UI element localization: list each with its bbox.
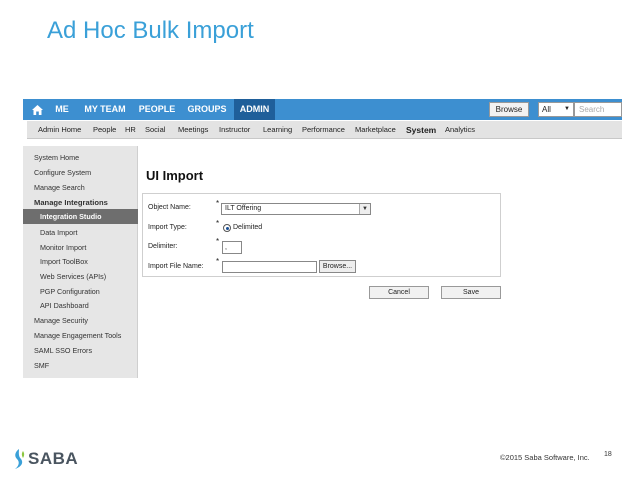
save-button[interactable]: Save <box>441 286 501 299</box>
object-name-label: Object Name: <box>148 204 191 211</box>
subnav-instructor[interactable]: Instructor <box>219 121 250 139</box>
top-navigation: ME MY TEAM PEOPLE GROUPS ADMIN Browse Al… <box>23 99 622 120</box>
home-icon <box>31 104 43 115</box>
logo-text: SABA <box>28 449 79 468</box>
file-browse-button[interactable]: Browse... <box>319 260 356 273</box>
topnav-groups[interactable]: GROUPS <box>184 99 230 120</box>
search-input[interactable]: Search <box>574 102 622 117</box>
topnav-admin[interactable]: ADMIN <box>234 99 275 120</box>
sidebar-item-system-home[interactable]: System Home <box>23 150 138 165</box>
import-file-input[interactable] <box>222 261 317 273</box>
cancel-button[interactable]: Cancel <box>369 286 429 299</box>
sidebar-item-import-toolbox[interactable]: Import ToolBox <box>23 254 138 269</box>
sidebar-item-web-services[interactable]: Web Services (APIs) <box>23 269 138 284</box>
sidebar-item-data-import[interactable]: Data Import <box>23 225 138 240</box>
topnav-me[interactable]: ME <box>49 99 75 120</box>
search-scope-select[interactable]: All ▼ <box>538 102 574 117</box>
import-file-label: Import File Name: <box>148 263 204 270</box>
search-scope-value: All <box>542 105 551 114</box>
copyright-text: ©2015 Saba Software, Inc. <box>500 453 590 462</box>
sidebar-item-manage-search[interactable]: Manage Search <box>23 180 138 195</box>
sidebar-item-smf[interactable]: SMF <box>23 358 138 373</box>
page-title: UI Import <box>146 168 204 183</box>
sidebar-item-pgp-configuration[interactable]: PGP Configuration <box>23 284 138 299</box>
caret-down-icon: ▼ <box>564 106 570 112</box>
sidebar-item-monitor-import[interactable]: Monitor Import <box>23 240 138 255</box>
import-type-radio-delimited[interactable] <box>223 224 231 232</box>
home-button[interactable] <box>27 99 47 120</box>
sidebar-item-api-dashboard[interactable]: API Dashboard <box>23 298 138 313</box>
subnav-social[interactable]: Social <box>145 121 165 139</box>
subnav-marketplace[interactable]: Marketplace <box>355 121 396 139</box>
browse-button[interactable]: Browse <box>489 102 529 117</box>
required-marker: * <box>216 257 220 266</box>
required-marker: * <box>216 199 220 208</box>
subnav-performance[interactable]: Performance <box>302 121 345 139</box>
import-type-label: Import Type: <box>148 224 187 231</box>
chevron-down-icon: ▼ <box>359 204 370 214</box>
sidebar: System Home Configure System Manage Sear… <box>23 146 138 378</box>
delimiter-label: Delimiter: <box>148 243 178 250</box>
subnav-system[interactable]: System <box>406 121 436 139</box>
sidebar-item-configure-system[interactable]: Configure System <box>23 165 138 180</box>
required-marker: * <box>216 237 220 246</box>
sidebar-item-manage-integrations[interactable]: Manage Integrations <box>23 195 138 210</box>
subnav-admin-home[interactable]: Admin Home <box>38 121 81 139</box>
sub-navigation: Admin Home People HR Social Meetings Ins… <box>27 121 622 139</box>
subnav-hr[interactable]: HR <box>125 121 136 139</box>
required-marker: * <box>216 219 220 228</box>
subnav-meetings[interactable]: Meetings <box>178 121 208 139</box>
subnav-learning[interactable]: Learning <box>263 121 292 139</box>
object-name-select[interactable]: ILT Offering ▼ <box>221 203 371 215</box>
page-number: 18 <box>604 451 612 458</box>
topnav-people[interactable]: PEOPLE <box>134 99 180 120</box>
slide-title: Ad Hoc Bulk Import <box>47 17 254 44</box>
delimiter-input[interactable]: , <box>222 241 242 254</box>
import-type-radio-label: Delimited <box>233 224 263 231</box>
subnav-people[interactable]: People <box>93 121 116 139</box>
saba-logo-icon <box>15 449 25 469</box>
sidebar-item-manage-security[interactable]: Manage Security <box>23 313 138 328</box>
topnav-my-team[interactable]: MY TEAM <box>80 99 130 120</box>
object-name-value: ILT Offering <box>225 205 262 212</box>
sidebar-item-saml-sso-errors[interactable]: SAML SSO Errors <box>23 343 138 358</box>
saba-logo: SABA <box>12 446 78 472</box>
subnav-analytics[interactable]: Analytics <box>445 121 475 139</box>
sidebar-item-manage-engagement-tools[interactable]: Manage Engagement Tools <box>23 328 138 343</box>
sidebar-item-integration-studio[interactable]: Integration Studio <box>23 209 138 224</box>
